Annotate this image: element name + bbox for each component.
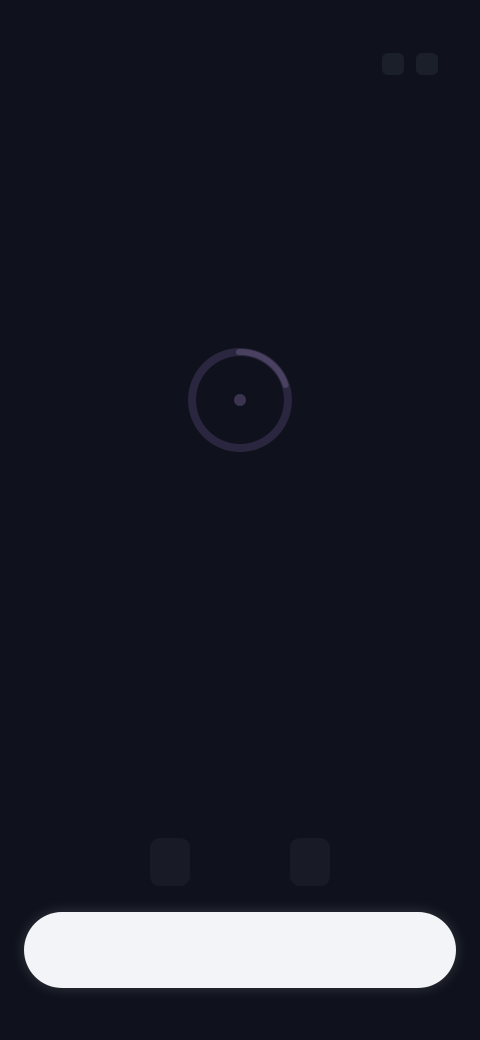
top-status-bar xyxy=(0,0,480,120)
top-right-title xyxy=(382,12,450,48)
spinner-ring-svg xyxy=(188,348,292,452)
chip-2 xyxy=(290,838,330,886)
primary-button[interactable] xyxy=(24,912,456,988)
status-icon-1 xyxy=(382,53,404,75)
top-left-subtitle xyxy=(30,48,58,92)
spinner-ring-icon xyxy=(180,340,300,460)
status-icon-2 xyxy=(416,53,438,75)
chip-1 xyxy=(150,838,190,886)
top-left-info xyxy=(30,12,58,92)
top-right-info xyxy=(382,12,450,92)
top-left-title xyxy=(30,12,58,48)
step-chips xyxy=(0,838,480,886)
top-right-icons xyxy=(382,53,450,75)
top-right-controls xyxy=(382,48,450,92)
